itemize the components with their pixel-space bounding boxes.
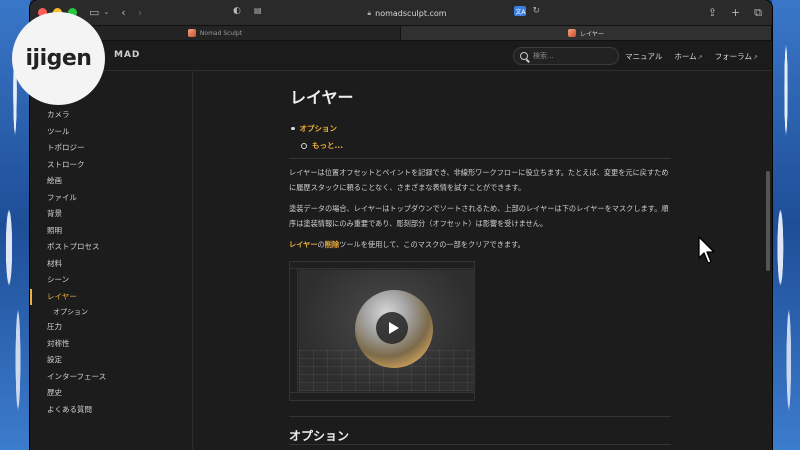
sidebar-item-camera[interactable]: カメラ <box>30 107 192 124</box>
page-title: レイヤー <box>290 88 354 107</box>
sidebar-item-background[interactable]: 背景 <box>30 206 192 223</box>
shield-icon[interactable]: ◐ <box>233 7 241 16</box>
nomad-favicon-icon <box>187 29 196 37</box>
tutorial-video[interactable] <box>289 261 475 401</box>
address-bar[interactable]: 🔒︎ nomadsculpt.com <box>262 4 552 22</box>
browser-toolbar: ▭ ⌄ ‹ › ◐ ▤ 🔒︎ nomadsculpt.com 文A ↻ ⇪ + … <box>30 0 772 26</box>
back-icon[interactable]: ‹ <box>121 7 125 18</box>
site-header: MAD マニュアル ホーム↗ フォーラム↗ <box>30 41 772 71</box>
chevron-down-icon[interactable]: ⌄ <box>103 9 109 16</box>
url-text: nomadsculpt.com <box>375 8 447 18</box>
sidebar-item-stroke[interactable]: ストローク <box>30 157 192 174</box>
sidebar-item-layers[interactable]: レイヤー <box>30 288 192 305</box>
docs-sidebar: カメラ ツール トポロジー ストローク 絵画 ファイル 背景 照明 ポストプロセ… <box>30 71 193 450</box>
nav-manual[interactable]: マニュアル <box>625 51 662 62</box>
video-app-toolbar <box>290 262 474 269</box>
tab-layers[interactable]: レイヤー <box>401 26 772 40</box>
share-icon[interactable]: ⇪ <box>708 6 717 20</box>
paint-paragraph: 塗装データの場合、レイヤーはトップダウンでソートされるため、上部のレイヤーは下の… <box>289 204 669 228</box>
toc-link-more[interactable]: もっと... <box>301 140 343 151</box>
sidebar-item-options[interactable]: オプション <box>30 305 192 319</box>
sidebar-item-topology[interactable]: トポロジー <box>30 140 192 157</box>
sidebar-item-scene[interactable]: シーン <box>30 272 192 289</box>
forward-icon[interactable]: › <box>138 7 142 18</box>
desktop-wallpaper-right <box>772 0 800 450</box>
sidebar-item-postprocess[interactable]: ポストプロセス <box>30 239 192 256</box>
toc-link-options[interactable]: オプション <box>291 123 343 134</box>
layer-link[interactable]: レイヤー <box>289 240 318 249</box>
sidebar-item-interface[interactable]: インターフェース <box>30 369 192 386</box>
new-tab-icon[interactable]: + <box>731 6 740 20</box>
table-of-contents: オプション もっと... <box>291 123 344 151</box>
sidebar-item-symmetry[interactable]: 対称性 <box>30 336 192 353</box>
search-input[interactable] <box>533 52 613 60</box>
external-link-icon: ↗ <box>752 54 758 61</box>
video-app-bottombar <box>290 392 474 400</box>
search-box[interactable] <box>513 47 619 65</box>
tab-label: レイヤー <box>580 30 604 38</box>
watermark-logo: ijigen <box>12 12 105 105</box>
sidebar-item-history[interactable]: 歴史 <box>30 385 192 402</box>
nomad-favicon-icon <box>568 29 577 37</box>
tab-overview-icon[interactable]: ⧉ <box>754 6 762 20</box>
address-bar-actions: 文A ↻ <box>514 6 540 16</box>
intro-paragraph: レイヤーは位置オフセットとペイントを記録でき、非線形ワークフローに役立ちます。た… <box>289 168 669 192</box>
divider <box>289 158 671 159</box>
sidebar-item-files[interactable]: ファイル <box>30 190 192 207</box>
translate-icon[interactable]: 文A <box>514 6 527 16</box>
reload-icon[interactable]: ↻ <box>532 6 540 16</box>
divider <box>289 444 671 445</box>
sidebar-item-lighting[interactable]: 照明 <box>30 223 192 240</box>
sidebar-item-faq[interactable]: よくある質問 <box>30 402 192 419</box>
toolbar-right-actions: ⇪ + ⧉ <box>708 6 762 20</box>
watermark-text: ijigen <box>25 46 92 71</box>
top-nav: マニュアル ホーム↗ フォーラム↗ <box>625 51 758 62</box>
play-button[interactable] <box>376 312 408 344</box>
section-title-options: オプション <box>289 429 350 443</box>
page-scrollbar[interactable] <box>766 171 770 271</box>
nav-forum[interactable]: フォーラム↗ <box>715 51 758 62</box>
sidebar-item-settings[interactable]: 設定 <box>30 352 192 369</box>
sidebar-item-tools[interactable]: ツール <box>30 124 192 141</box>
search-icon <box>520 52 528 60</box>
erase-link[interactable]: 削除 <box>325 240 339 249</box>
tab-bar: Nomad Sculpt レイヤー <box>30 26 772 41</box>
video-viewport <box>299 270 474 391</box>
divider <box>289 416 671 417</box>
sidebar-item-pressure[interactable]: 圧力 <box>30 319 192 336</box>
page-content: カメラ ツール トポロジー ストローク 絵画 ファイル 背景 照明 ポストプロセ… <box>30 71 772 450</box>
mouse-pointer-icon <box>698 236 715 264</box>
lock-icon: 🔒︎ <box>367 8 372 17</box>
external-link-icon: ↗ <box>697 54 703 61</box>
sidebar-item-material[interactable]: 材料 <box>30 256 192 273</box>
video-app-sidebar <box>290 269 298 392</box>
sidebar-item-painting[interactable]: 絵画 <box>30 173 192 190</box>
page-menu-icon[interactable]: ▤ <box>254 7 262 15</box>
erase-paragraph: レイヤーの削除ツールを使用して、このマスクの一部をクリアできます。 <box>289 240 525 249</box>
site-logo[interactable]: MAD <box>114 50 140 60</box>
tab-label: Nomad Sculpt <box>199 29 243 37</box>
sidebar-toggle-icon[interactable]: ▭ <box>89 7 99 18</box>
article: レイヤー オプション もっと... レイヤーは位置オフセットとペイントを記録でき… <box>193 71 772 450</box>
browser-window: ▭ ⌄ ‹ › ◐ ▤ 🔒︎ nomadsculpt.com 文A ↻ ⇪ + … <box>30 0 772 450</box>
nav-home[interactable]: ホーム↗ <box>674 51 702 62</box>
